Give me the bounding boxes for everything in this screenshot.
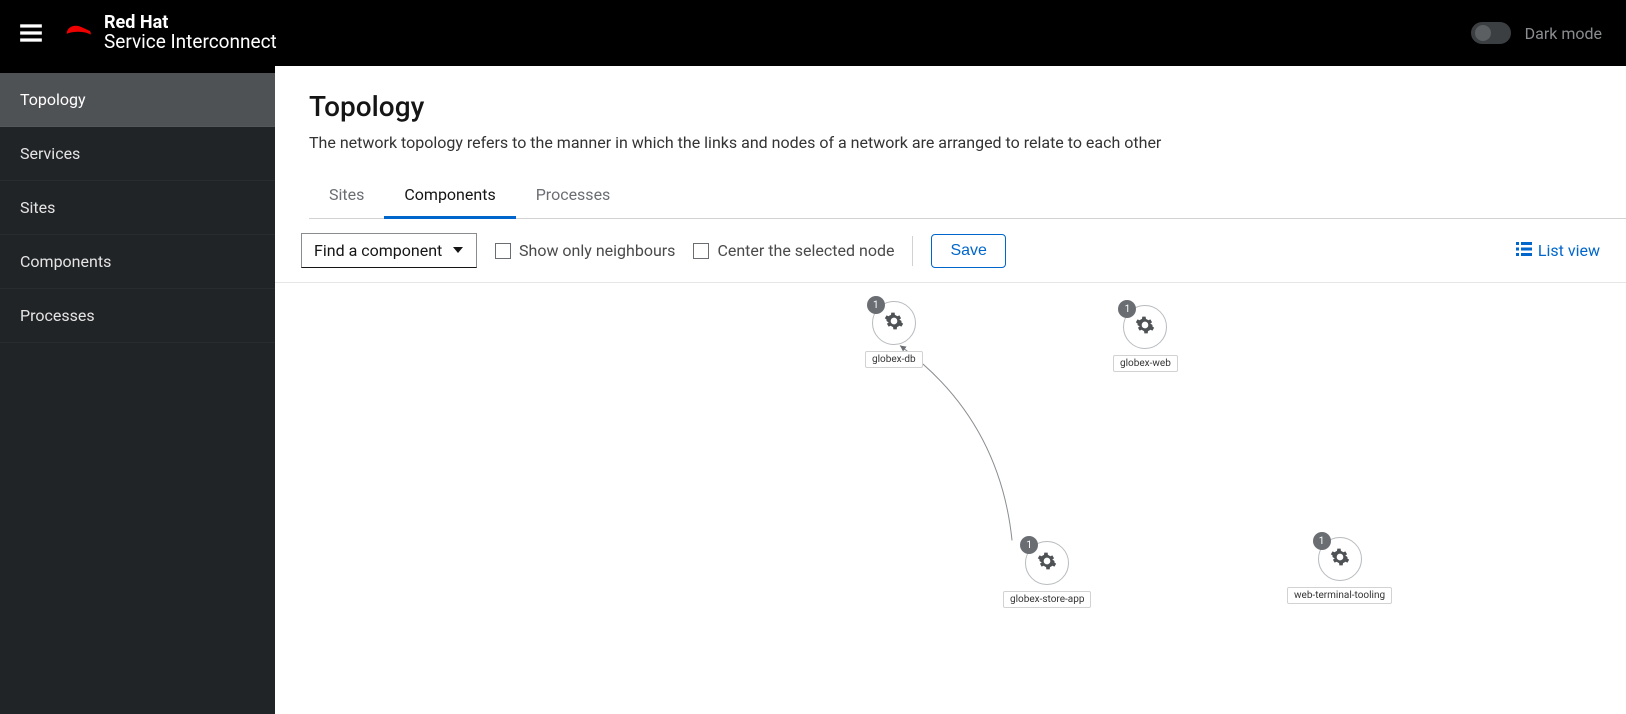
save-button[interactable]: Save	[931, 234, 1005, 268]
show-neighbours-group: Show only neighbours	[495, 241, 675, 260]
sidebar-item-label: Topology	[20, 90, 86, 109]
toolbar: Find a component Show only neighbours Ce…	[275, 219, 1626, 283]
topology-canvas[interactable]: 1 globex-db 1 globex-web 1 globex-store-app 1 w…	[275, 283, 1626, 714]
list-icon	[1516, 241, 1532, 261]
sidebar-divider	[0, 66, 275, 73]
redhat-logo-icon	[62, 19, 94, 47]
node-badge: 1	[867, 296, 885, 314]
show-neighbours-checkbox[interactable]	[495, 243, 511, 259]
sidebar-item-components[interactable]: Components	[0, 235, 275, 289]
node-label: globex-web	[1113, 355, 1178, 372]
sidebar-item-label: Components	[20, 252, 111, 271]
body-row: Topology Services Sites Components Proce…	[0, 66, 1626, 714]
tab-label: Sites	[329, 185, 364, 204]
dark-mode-toggle[interactable]	[1471, 22, 1511, 44]
center-selected-group: Center the selected node	[693, 241, 894, 260]
center-selected-label: Center the selected node	[717, 241, 894, 260]
sidebar-item-topology[interactable]: Topology	[0, 73, 275, 127]
tab-components[interactable]: Components	[384, 175, 515, 219]
brand-line2: Service Interconnect	[104, 32, 277, 53]
save-button-label: Save	[950, 242, 986, 259]
page-title: Topology	[309, 90, 1592, 123]
header: Red Hat Service Interconnect Dark mode	[0, 0, 1626, 66]
sidebar-item-services[interactable]: Services	[0, 127, 275, 181]
node-circle[interactable]: 1	[872, 301, 916, 345]
topology-node[interactable]: 1 web-terminal-tooling	[1287, 537, 1392, 604]
tab-label: Components	[404, 185, 495, 204]
topology-node[interactable]: 1 globex-db	[865, 301, 923, 368]
topology-node[interactable]: 1 globex-store-app	[1003, 541, 1091, 608]
sidebar-item-label: Sites	[20, 198, 55, 217]
header-left: Red Hat Service Interconnect	[18, 13, 277, 54]
node-label: web-terminal-tooling	[1287, 587, 1392, 604]
sidebar-item-sites[interactable]: Sites	[0, 181, 275, 235]
gears-icon	[1330, 547, 1350, 571]
topology-node[interactable]: 1 globex-web	[1113, 305, 1178, 372]
show-neighbours-label: Show only neighbours	[519, 241, 675, 260]
dark-mode-label: Dark mode	[1525, 24, 1602, 43]
edge-layer	[275, 283, 1626, 714]
caret-down-icon	[452, 241, 464, 260]
list-view-link[interactable]: List view	[1516, 241, 1600, 261]
node-label: globex-store-app	[1003, 591, 1091, 608]
node-badge: 1	[1020, 536, 1038, 554]
gears-icon	[1135, 315, 1155, 339]
sidebar-item-processes[interactable]: Processes	[0, 289, 275, 343]
sidebar-item-label: Processes	[20, 306, 95, 325]
node-label: globex-db	[865, 351, 923, 368]
node-circle[interactable]: 1	[1025, 541, 1069, 585]
brand-text: Red Hat Service Interconnect	[104, 13, 277, 54]
node-badge: 1	[1118, 300, 1136, 318]
header-right: Dark mode	[1471, 22, 1608, 44]
toolbar-separator	[912, 236, 913, 266]
tab-sites[interactable]: Sites	[309, 175, 384, 219]
node-circle[interactable]: 1	[1318, 537, 1362, 581]
tabs: Sites Components Processes	[309, 174, 1626, 219]
center-selected-checkbox[interactable]	[693, 243, 709, 259]
gears-icon	[884, 311, 904, 335]
node-badge: 1	[1313, 532, 1331, 550]
list-view-label: List view	[1538, 241, 1600, 260]
tab-label: Processes	[536, 185, 611, 204]
topology-edge	[900, 346, 1012, 541]
dropdown-label: Find a component	[314, 241, 442, 260]
sidebar-item-label: Services	[20, 144, 80, 163]
hamburger-icon[interactable]	[18, 20, 44, 46]
node-circle[interactable]: 1	[1123, 305, 1167, 349]
tab-processes[interactable]: Processes	[516, 175, 631, 219]
gears-icon	[1037, 551, 1057, 575]
find-component-dropdown[interactable]: Find a component	[301, 233, 477, 268]
page-header: Topology The network topology refers to …	[275, 66, 1626, 174]
sidebar: Topology Services Sites Components Proce…	[0, 66, 275, 714]
page-description: The network topology refers to the manne…	[309, 133, 1592, 152]
toggle-thumb	[1475, 25, 1491, 41]
brand: Red Hat Service Interconnect	[62, 13, 277, 54]
main: Topology The network topology refers to …	[275, 66, 1626, 714]
